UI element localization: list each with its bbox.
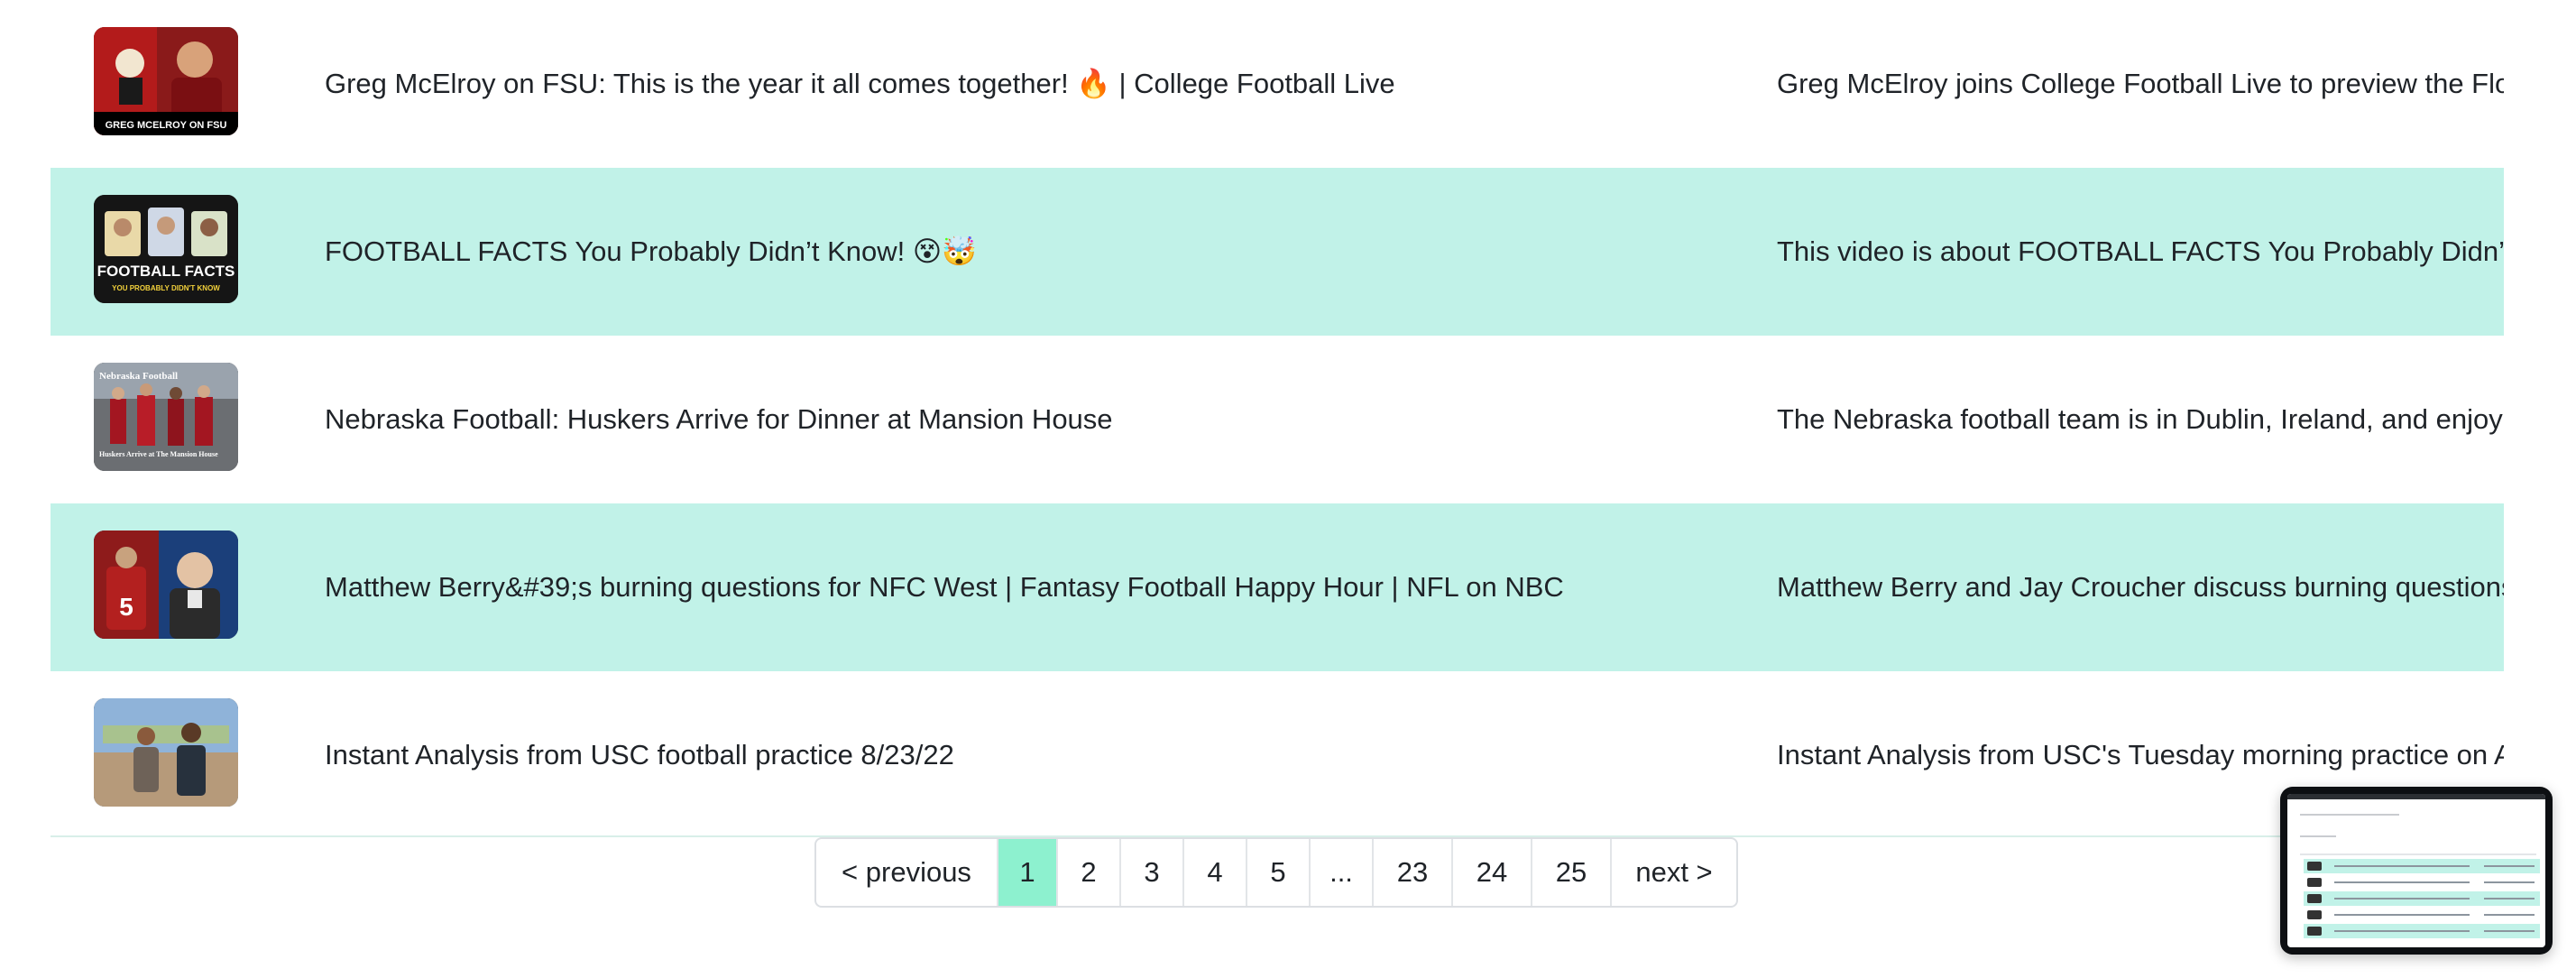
video-thumbnail[interactable]: 5: [94, 531, 238, 639]
previous-page-button[interactable]: < previous: [816, 839, 998, 906]
screen-preview-content: [2287, 794, 2545, 947]
table-row[interactable]: GREG MCELROY ON FSU Greg McElroy on FSU:…: [51, 0, 2504, 168]
video-thumbnail[interactable]: [94, 698, 238, 807]
video-description: The Nebraska football team is in Dublin,…: [1777, 403, 2504, 435]
video-title[interactable]: FOOTBALL FACTS You Probably Didn’t Know!…: [325, 168, 977, 336]
table-row[interactable]: 5 Matthew Berry&#39;s burning questions …: [51, 503, 2504, 671]
pagination: < previous 1 2 3 4 5 ... 23 24 25 next >: [814, 837, 1738, 908]
page-button-23[interactable]: 23: [1374, 839, 1453, 906]
page-button-24[interactable]: 24: [1453, 839, 1532, 906]
table-row[interactable]: Instant Analysis from USC football pract…: [51, 671, 2504, 839]
page-ellipsis: ...: [1311, 839, 1374, 906]
video-description: Matthew Berry and Jay Croucher discuss b…: [1777, 571, 2504, 603]
video-thumbnail[interactable]: GREG MCELROY ON FSU: [94, 27, 238, 135]
page-button-25[interactable]: 25: [1532, 839, 1612, 906]
video-description: This video is about FOOTBALL FACTS You P…: [1777, 235, 2504, 267]
page-button-3[interactable]: 3: [1121, 839, 1184, 906]
thumbnail-caption: GREG MCELROY ON FSU: [106, 120, 227, 131]
table-row[interactable]: FOOTBALL FACTS YOU PROBABLY DIDN'T KNOW …: [51, 168, 2504, 336]
page-button-2[interactable]: 2: [1058, 839, 1121, 906]
video-title[interactable]: Greg McElroy on FSU: This is the year it…: [325, 0, 1395, 168]
video-thumbnail[interactable]: FOOTBALL FACTS YOU PROBABLY DIDN'T KNOW: [94, 195, 238, 303]
thumbnail-subcaption: YOU PROBABLY DIDN'T KNOW: [112, 284, 220, 292]
video-table: GREG MCELROY ON FSU Greg McElroy on FSU:…: [51, 0, 2504, 839]
svg-text:5: 5: [119, 593, 133, 621]
page-button-5[interactable]: 5: [1247, 839, 1311, 906]
thumbnail-subcaption: Huskers Arrive at The Mansion House: [99, 450, 218, 458]
video-title[interactable]: Nebraska Football: Huskers Arrive for Di…: [325, 336, 1113, 503]
video-thumbnail[interactable]: Nebraska Football Huskers Arrive at The …: [94, 363, 238, 471]
page-button-1[interactable]: 1: [998, 839, 1058, 906]
video-description: Greg McElroy joins College Football Live…: [1777, 68, 2504, 99]
page-button-4[interactable]: 4: [1184, 839, 1247, 906]
thumbnail-caption: Nebraska Football: [99, 371, 178, 382]
table-row[interactable]: Nebraska Football Huskers Arrive at The …: [51, 336, 2504, 503]
thumbnail-caption: FOOTBALL FACTS: [97, 263, 235, 280]
video-title[interactable]: Instant Analysis from USC football pract…: [325, 671, 954, 839]
screen-preview-thumbnail[interactable]: [2280, 787, 2553, 955]
next-page-button[interactable]: next >: [1612, 839, 1736, 906]
video-title[interactable]: Matthew Berry&#39;s burning questions fo…: [325, 503, 1564, 671]
